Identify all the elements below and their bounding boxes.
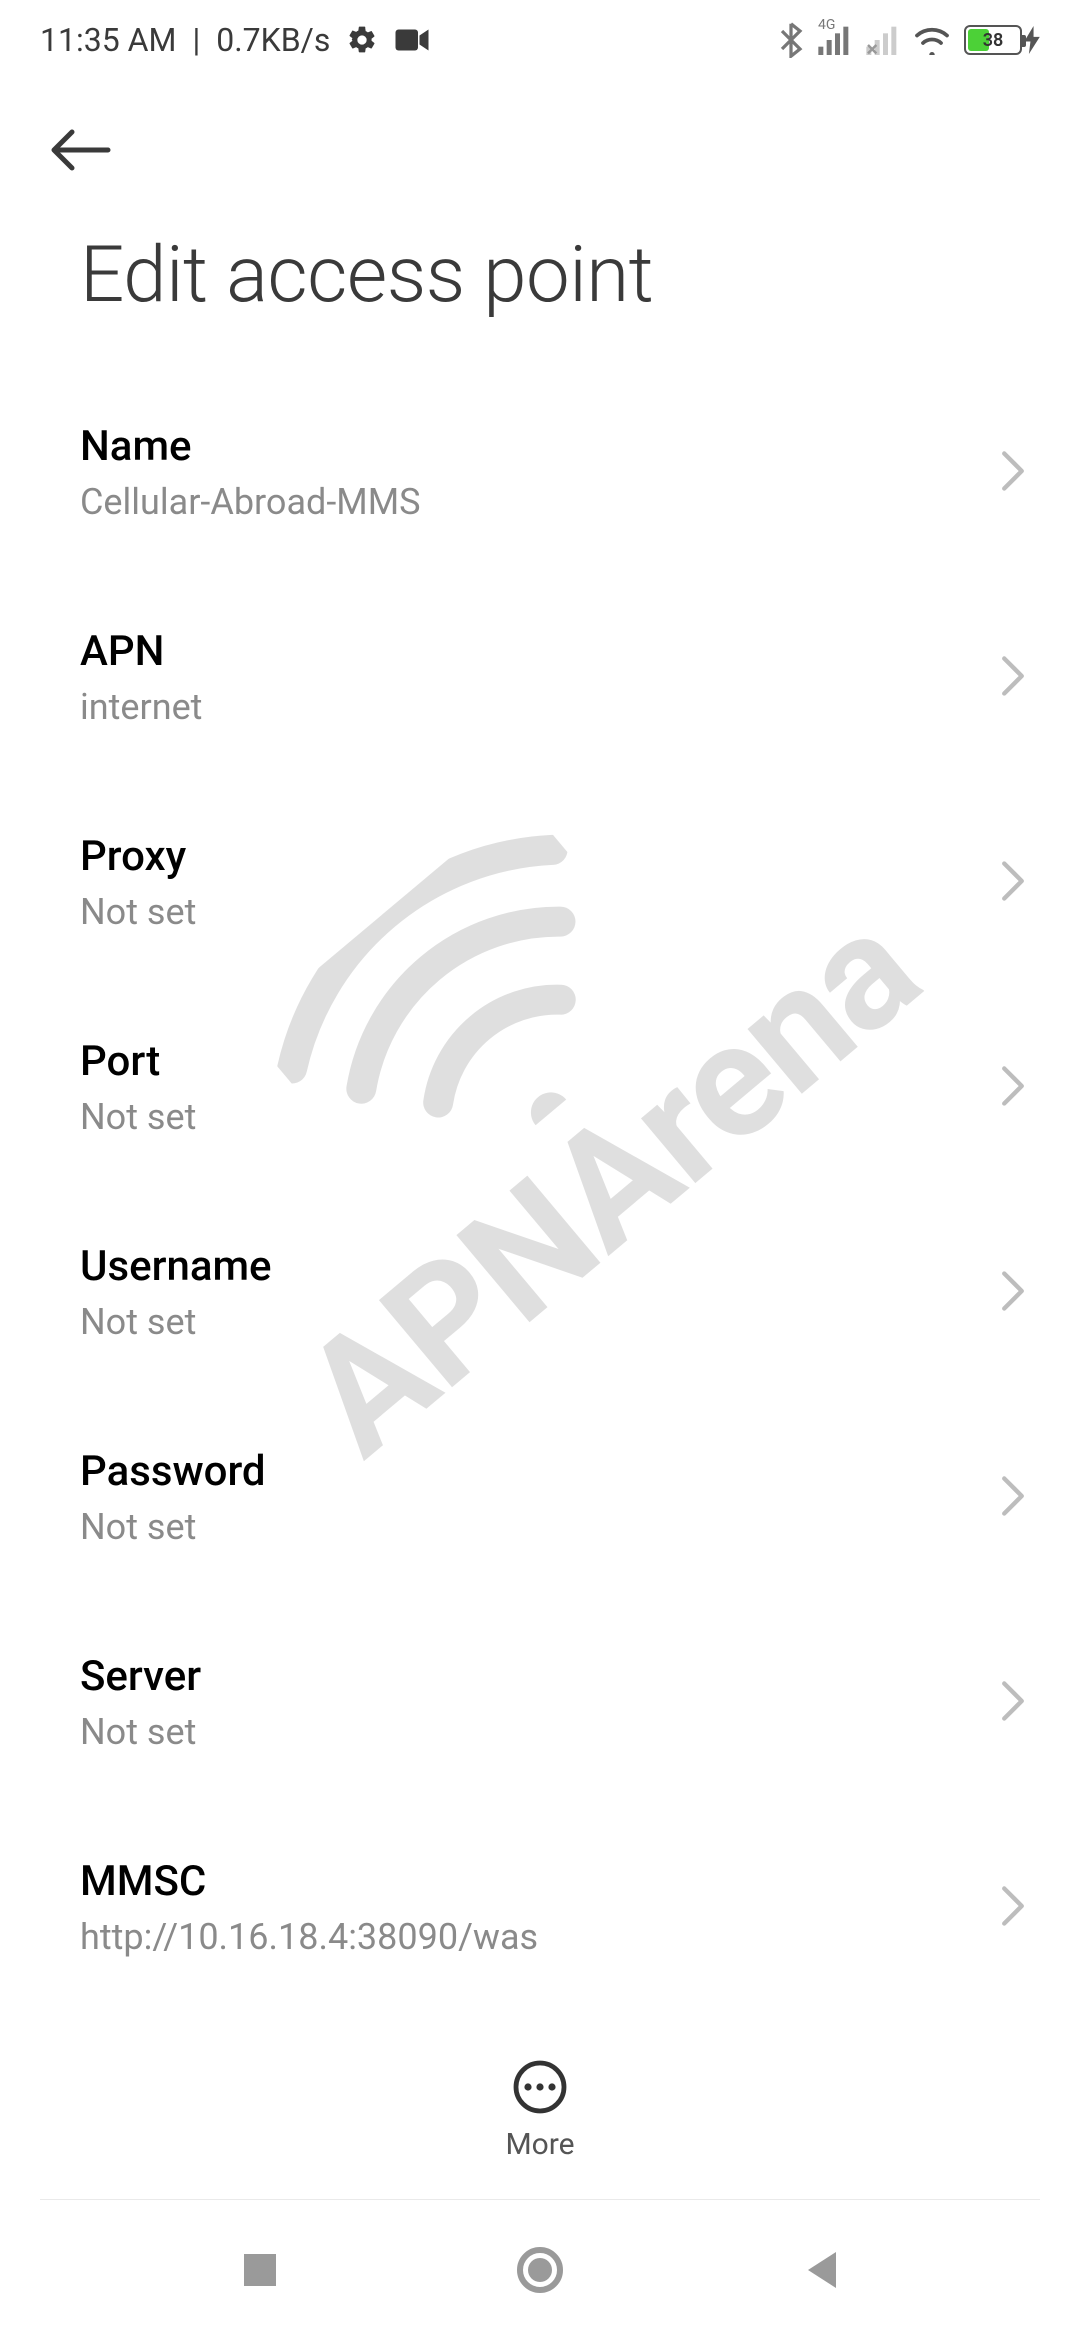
chevron-right-icon xyxy=(1000,450,1026,496)
setting-item-value: Cellular-Abroad-MMS xyxy=(80,481,1000,523)
nav-home-button[interactable] xyxy=(490,2230,590,2310)
chevron-right-icon xyxy=(1000,1885,1026,1931)
settings-list: Name Cellular-Abroad-MMS APN internet Pr… xyxy=(0,370,1080,2050)
status-left: 11:35 AM | 0.7KB/s xyxy=(40,21,430,59)
signal-4g-icon: 4G xyxy=(818,25,852,55)
charging-bolt-icon xyxy=(1024,26,1040,54)
back-button[interactable] xyxy=(40,110,120,190)
triangle-left-icon xyxy=(800,2248,840,2292)
setting-item-title: Password xyxy=(80,1447,1000,1496)
more-button[interactable]: More xyxy=(505,2059,574,2162)
chevron-right-icon xyxy=(1000,1680,1026,1726)
setting-item-title: MMSC xyxy=(80,1857,1000,1906)
setting-item-value: Not set xyxy=(80,1096,1000,1138)
wifi-icon xyxy=(914,25,950,55)
setting-item-value: Not set xyxy=(80,1711,1000,1753)
setting-item-password[interactable]: Password Not set xyxy=(0,1395,1080,1600)
setting-item-value: Not set xyxy=(80,1506,1000,1548)
arrow-left-icon xyxy=(48,128,112,172)
circle-outline-icon xyxy=(516,2246,564,2294)
status-net-speed: 0.7KB/s xyxy=(216,21,330,59)
setting-item-mmsc[interactable]: MMSC http://10.16.18.4:38090/was xyxy=(0,1805,1080,2010)
page-title: Edit access point xyxy=(80,230,653,321)
setting-item-server[interactable]: Server Not set xyxy=(0,1600,1080,1805)
system-nav-bar xyxy=(0,2200,1080,2340)
setting-item-value: http://10.16.18.4:38090/was xyxy=(80,1916,1000,1958)
more-label: More xyxy=(505,2127,574,2162)
signal-no-sim-icon xyxy=(866,25,900,55)
setting-item-title: Proxy xyxy=(80,832,1000,881)
square-icon xyxy=(240,2250,280,2290)
setting-item-name[interactable]: Name Cellular-Abroad-MMS xyxy=(0,370,1080,575)
bottom-action-bar: More xyxy=(0,2020,1080,2200)
chevron-right-icon xyxy=(1000,1475,1026,1521)
battery-icon: 38 xyxy=(964,25,1040,55)
setting-item-apn[interactable]: APN internet xyxy=(0,575,1080,780)
status-time: 11:35 AM xyxy=(40,21,176,59)
setting-item-title: APN xyxy=(80,627,1000,676)
setting-item-username[interactable]: Username Not set xyxy=(0,1190,1080,1395)
setting-item-title: Server xyxy=(80,1652,1000,1701)
setting-item-value: internet xyxy=(80,686,1000,728)
app-bar xyxy=(0,90,1080,210)
status-right: 4G 38 xyxy=(778,22,1040,58)
setting-item-title: Username xyxy=(80,1242,1000,1291)
setting-item-proxy[interactable]: Proxy Not set xyxy=(0,780,1080,985)
video-camera-icon xyxy=(394,26,430,54)
status-separator: | xyxy=(192,21,200,59)
chevron-right-icon xyxy=(1000,1065,1026,1111)
chevron-right-icon xyxy=(1000,860,1026,906)
setting-item-value: Not set xyxy=(80,891,1000,933)
bluetooth-icon xyxy=(778,22,804,58)
more-circle-icon xyxy=(512,2059,568,2115)
setting-item-port[interactable]: Port Not set xyxy=(0,985,1080,1190)
setting-item-title: Name xyxy=(80,422,1000,471)
setting-item-value: Not set xyxy=(80,1301,1000,1343)
chevron-right-icon xyxy=(1000,655,1026,701)
status-bar: 11:35 AM | 0.7KB/s 4G 38 xyxy=(0,0,1080,80)
nav-recents-button[interactable] xyxy=(210,2230,310,2310)
nav-back-button[interactable] xyxy=(770,2230,870,2310)
setting-item-title: Port xyxy=(80,1037,1000,1086)
chevron-right-icon xyxy=(1000,1270,1026,1316)
gear-icon xyxy=(346,24,378,56)
